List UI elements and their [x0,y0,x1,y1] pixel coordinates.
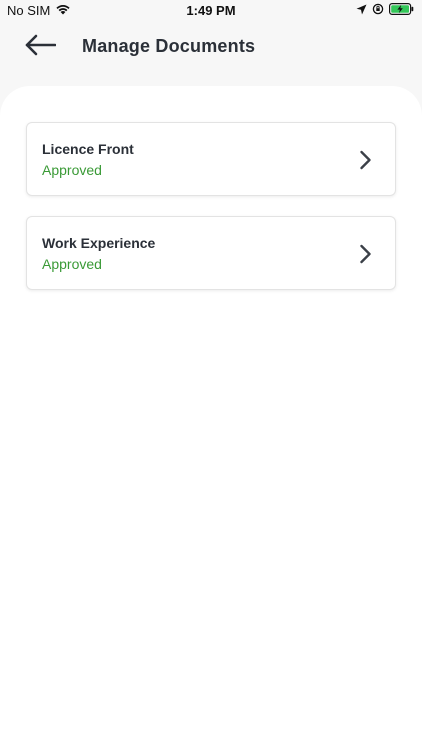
chevron-right-icon [359,243,373,265]
chevron-right-icon [359,149,373,171]
header: Manage Documents [0,22,422,82]
status-bar: No SIM 1:49 PM [0,0,422,22]
document-title: Licence Front [42,141,134,157]
location-arrow-icon [356,3,367,18]
screen: No SIM 1:49 PM Manage Documents Licence … [0,0,422,750]
page-title: Manage Documents [82,36,256,56]
document-status: Approved [42,256,102,272]
document-card-work-experience[interactable]: Work Experience Approved [26,216,396,290]
orientation-lock-icon [372,3,384,18]
document-card-licence-front[interactable]: Licence Front Approved [26,122,396,196]
arrow-left-icon [24,34,57,61]
status-right [356,3,414,18]
back-button[interactable] [20,32,60,62]
document-title: Work Experience [42,235,156,251]
documents-sheet: Licence Front Approved Work Experience A… [0,86,422,750]
document-status: Approved [42,162,102,178]
battery-charging-icon [389,3,414,18]
